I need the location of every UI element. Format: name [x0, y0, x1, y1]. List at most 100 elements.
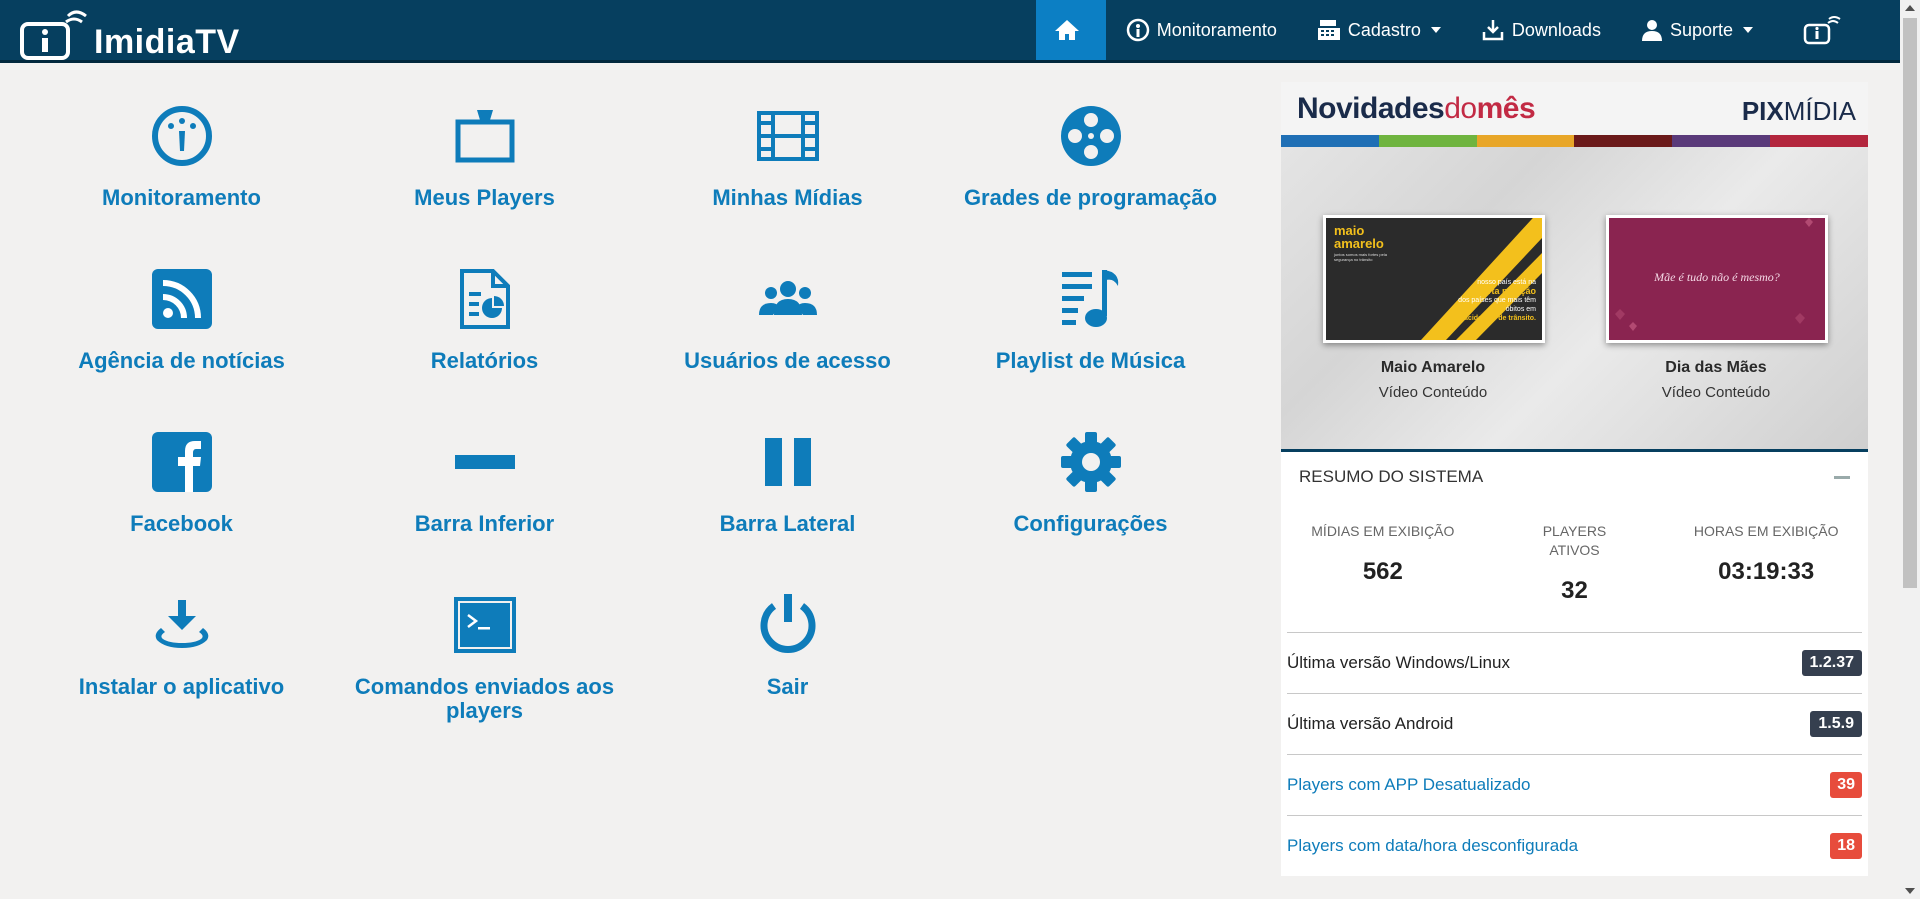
- system-summary: RESUMO DO SISTEMA MÍDIAS EM EXIBIÇÃO 562…: [1281, 449, 1868, 876]
- gear-icon: [1060, 432, 1121, 492]
- card-title: Dia das Mães: [1665, 359, 1767, 376]
- brand-logo[interactable]: ImidiaTV: [20, 6, 240, 62]
- users-icon: [758, 281, 817, 315]
- music-playlist-icon: [1061, 270, 1118, 327]
- menu-item-relatorios[interactable]: Relatórios: [333, 263, 636, 373]
- right-panel: Novidadesdomês PIXMÍDIA maio amarelo jun…: [1281, 82, 1868, 876]
- nav-downloads-label: Downloads: [1511, 19, 1601, 40]
- stat-players: PLAYERS ATIVOS 32: [1479, 502, 1671, 632]
- terminal-icon: [453, 597, 516, 653]
- card-dia-das-maes[interactable]: Mãe é tudo não é mesmo? Dia das Mães Víd…: [1606, 215, 1828, 401]
- row-data-hora[interactable]: Players com data/hora desconfigurada 18: [1287, 815, 1862, 876]
- download-icon: [1482, 20, 1504, 41]
- menu-item-monitoramento[interactable]: Monitoramento: [30, 100, 333, 210]
- chevron-down-icon: [1430, 27, 1441, 33]
- menu-label: Minhas Mídias: [712, 185, 863, 210]
- scroll-down-arrow-icon[interactable]: [1905, 888, 1915, 894]
- nav-tv-logo[interactable]: [1773, 0, 1900, 60]
- collapse-icon[interactable]: [1834, 475, 1850, 479]
- maio-amarelo-thumbnail: maio amarelo juntos somos mais fortes pe…: [1323, 215, 1545, 343]
- menu-item-configuracoes[interactable]: Configurações: [939, 426, 1242, 536]
- menu-item-agencia-noticias[interactable]: Agência de notícias: [30, 263, 333, 373]
- row-link[interactable]: Players com data/hora desconfigurada: [1287, 836, 1578, 856]
- menu-item-facebook[interactable]: Facebook: [30, 426, 333, 536]
- stat-label: MÍDIAS EM EXIBIÇÃO: [1311, 523, 1455, 539]
- menu-label: Instalar o aplicativo: [78, 674, 285, 699]
- menu-label: Relatórios: [430, 348, 539, 373]
- page-scrollbar[interactable]: [1900, 0, 1920, 899]
- nav-monitoramento[interactable]: Monitoramento: [1106, 0, 1297, 60]
- maio-amarelo-heading: maio amarelo: [1334, 223, 1384, 251]
- stat-value: 32: [1561, 577, 1588, 604]
- menu-item-comandos-players[interactable]: Comandos enviados aos players: [333, 589, 636, 723]
- banner-title: Novidadesdomês: [1297, 92, 1536, 125]
- menu-label: Agência de notícias: [78, 348, 285, 373]
- card-maio-amarelo[interactable]: maio amarelo juntos somos mais fortes pe…: [1323, 215, 1545, 401]
- rss-icon: [151, 269, 212, 329]
- dia-das-maes-thumbnail: Mãe é tudo não é mesmo?: [1606, 215, 1828, 343]
- menu-item-barra-lateral[interactable]: Barra Lateral: [636, 426, 939, 536]
- maio-amarelo-text: nosso país está na quarta posição dos pa…: [1458, 279, 1536, 322]
- color-strip-segment: [1378, 135, 1477, 147]
- menu-item-meus-players[interactable]: Meus Players: [333, 100, 636, 210]
- row-versao-android: Última versão Android 1.5.9: [1287, 693, 1862, 754]
- card-subtitle: Vídeo Conteúdo: [1661, 384, 1771, 401]
- nav-monitoramento-label: Monitoramento: [1156, 19, 1277, 40]
- power-icon: [760, 594, 815, 653]
- color-strip-segment: [1672, 135, 1771, 147]
- row-app-desatualizado[interactable]: Players com APP Desatualizado 39: [1287, 754, 1862, 815]
- summary-stats: MÍDIAS EM EXIBIÇÃO 562 PLAYERS ATIVOS 32…: [1287, 502, 1862, 632]
- nav-downloads[interactable]: Downloads: [1461, 0, 1621, 60]
- menu-label: Usuários de acesso: [684, 348, 891, 373]
- scroll-up-arrow-icon[interactable]: [1905, 5, 1915, 11]
- stat-horas: HORAS EM EXIBIÇÃO 03:19:33: [1670, 502, 1862, 632]
- row-label: Última versão Windows/Linux: [1287, 653, 1510, 672]
- bottom-bar-icon: [454, 455, 515, 469]
- menu-label: Comandos enviados aos players: [354, 674, 615, 723]
- row-versao-windows: Última versão Windows/Linux 1.2.37: [1287, 632, 1862, 693]
- menu-item-barra-inferior[interactable]: Barra Inferior: [333, 426, 636, 536]
- novidades-banner[interactable]: Novidadesdomês PIXMÍDIA maio amarelo jun…: [1281, 82, 1868, 449]
- stat-value: 562: [1362, 558, 1403, 585]
- pixmidia-logo: PIXMÍDIA: [1741, 96, 1856, 126]
- card-title: Maio Amarelo: [1380, 359, 1486, 376]
- color-strip-segment: [1476, 135, 1575, 147]
- nav-home[interactable]: [1035, 0, 1106, 60]
- nav-suporte-label: Suporte: [1669, 19, 1733, 40]
- card-subtitle: Vídeo Conteúdo: [1378, 384, 1488, 401]
- top-navbar: ImidiaTV Monitoramento Cadastro Download…: [0, 0, 1900, 63]
- version-badge: 1.2.37: [1801, 650, 1862, 676]
- row-label: Última versão Android: [1287, 714, 1454, 733]
- nav-cadastro[interactable]: Cadastro: [1297, 0, 1461, 60]
- stat-value: 03:19:33: [1718, 558, 1815, 585]
- menu-item-sair[interactable]: Sair: [636, 589, 939, 699]
- user-icon: [1641, 20, 1662, 41]
- color-strip-segment: [1574, 135, 1673, 147]
- gauge-icon: [1126, 18, 1150, 42]
- menu-item-grades-programacao[interactable]: Grades de programação: [939, 100, 1242, 210]
- color-strip-segment: [1770, 135, 1868, 147]
- menu-item-usuarios-acesso[interactable]: Usuários de acesso: [636, 263, 939, 373]
- nav-cadastro-label: Cadastro: [1347, 19, 1421, 40]
- tv-logo-icon: [1803, 16, 1841, 45]
- menu-item-playlist-musica[interactable]: Playlist de Música: [939, 263, 1242, 373]
- install-icon: [155, 600, 208, 648]
- menu-item-instalar-aplicativo[interactable]: Instalar o aplicativo: [30, 589, 333, 699]
- version-badge: 1.5.9: [1810, 711, 1862, 737]
- menu-label: Meus Players: [414, 185, 555, 210]
- stat-midias: MÍDIAS EM EXIBIÇÃO 562: [1287, 502, 1479, 632]
- report-icon: [459, 269, 510, 329]
- chevron-down-icon: [1743, 27, 1753, 33]
- count-badge: 39: [1830, 772, 1862, 798]
- summary-title: RESUMO DO SISTEMA: [1299, 467, 1484, 486]
- tv-logo-icon: [20, 10, 87, 60]
- nav-suporte[interactable]: Suporte: [1621, 0, 1773, 60]
- menu-item-minhas-midias[interactable]: Minhas Mídias: [636, 100, 939, 210]
- menu-label: Sair: [766, 674, 809, 699]
- menu-label: Playlist de Música: [995, 348, 1186, 373]
- scroll-thumb[interactable]: [1903, 18, 1917, 588]
- maio-amarelo-small: juntos somos mais fortes pela segurança …: [1334, 252, 1387, 262]
- count-badge: 18: [1830, 833, 1862, 859]
- row-link[interactable]: Players com APP Desatualizado: [1287, 775, 1530, 795]
- film-reel-icon: [1060, 106, 1121, 166]
